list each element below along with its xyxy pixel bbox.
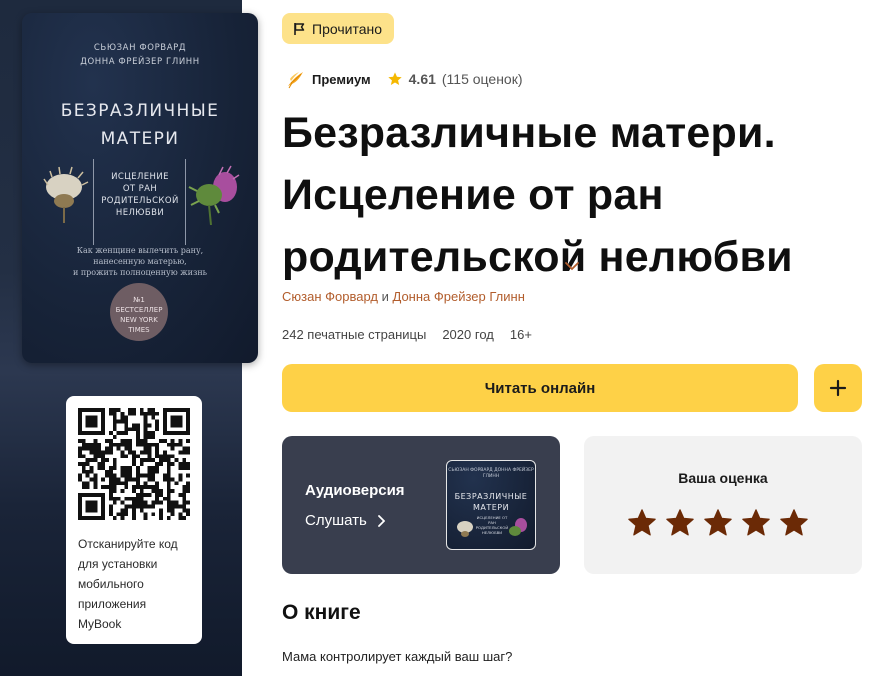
cover-tagline-line-1: Как женщине вылечить рану, (76, 246, 204, 255)
qr-code (78, 408, 190, 520)
about-heading: О книге (282, 601, 361, 624)
rating-star-4-icon[interactable] (741, 508, 771, 538)
read-status-label: Прочитано (312, 20, 382, 37)
your-rating-card: Ваша оценка (584, 436, 862, 574)
audiobook-cover-title-line-1: БЕЗРАЗЛИЧНЫЕ (454, 492, 528, 501)
premium-label: Премиум (312, 71, 371, 87)
cover-tagline: Как женщине вылечить рану, нанесенную ма… (22, 245, 258, 278)
qr-caption: Отсканируйте код для установки мобильног… (78, 534, 190, 634)
cover-tagline-line-2: нанесенную матерью, (93, 257, 187, 266)
add-to-shelf-button[interactable] (814, 364, 862, 412)
author-link-2[interactable]: Донна Фрейзер Глинн (393, 289, 525, 304)
flag-icon (294, 22, 305, 35)
cover-author-1: СЬЮЗАН ФОРВАРД (93, 43, 187, 53)
rating-star-5-icon[interactable] (779, 508, 809, 538)
page-count: 242 печатные страницы (282, 327, 427, 342)
author-link-1[interactable]: Сюзан Форвард (282, 289, 378, 304)
qr-caption-line-3: мобильного (78, 577, 144, 591)
book-title-line-3: родительской нелюбви (282, 233, 793, 281)
age-rating: 16+ (509, 327, 532, 342)
audiobook-cover-title-line-2: МАТЕРИ (472, 503, 510, 512)
audiobook-cover: СЬЮЗАН ФОРВАРД ДОННА ФРЕЙЗЕР ГЛИНН БЕЗРА… (446, 460, 536, 550)
book-cover[interactable]: СЬЮЗАН ФОРВАРД ДОННА ФРЕЙЗЕР ГЛИНН БЕЗРА… (22, 13, 258, 363)
plus-icon (829, 379, 847, 397)
cover-subtitle-line-2: ОТ РАН (122, 184, 158, 194)
about-text: Мама контролирует каждый ваш шаг? (282, 649, 513, 664)
badge-line-1: №1 (133, 296, 145, 304)
qr-caption-line-5: MyBook (78, 617, 122, 631)
listen-link[interactable]: Слушать (305, 512, 385, 529)
rating-count: (115 оценок) (441, 71, 523, 87)
audiobook-cover-title: БЕЗРАЗЛИЧНЫЕ МАТЕРИ (447, 491, 535, 513)
cover-tagline-line-3: и прожить полноценную жизнь (72, 268, 208, 277)
audio-version-card[interactable]: Аудиоверсия Слушать СЬЮЗАН ФОРВАРД ДОННА… (282, 436, 560, 574)
book-title-line-2: Исцеление от ран (282, 171, 664, 219)
cover-subtitle: ИСЦЕЛЕНИЕ ОТ РАН РОДИТЕЛЬСКОЙ НЕЛЮБВИ (94, 171, 186, 219)
read-status-button[interactable]: Прочитано (282, 13, 394, 44)
premium-feather-icon (288, 72, 303, 89)
cover-title-line-2: МАТЕРИ (100, 129, 180, 149)
read-online-button[interactable]: Читать онлайн (282, 364, 798, 412)
meta-row: Премиум 4.61 (115 оценок) (286, 69, 523, 89)
bestseller-badge: №1 БЕСТСЕЛЛЕР NEW YORK TIMES (110, 283, 168, 341)
authors-line: Сюзан Форвард и Донна Фрейзер Глинн (282, 289, 525, 304)
rating-star-2-icon[interactable] (665, 508, 695, 538)
cover-subtitle-line-4: НЕЛЮБВИ (115, 208, 165, 218)
star-icon (387, 72, 402, 85)
your-rating-title: Ваша оценка (678, 470, 768, 486)
qr-card: Отсканируйте код для установки мобильног… (66, 396, 202, 644)
badge-line-3: NEW YORK (120, 316, 158, 324)
premium-badge: Премиум (286, 69, 371, 89)
book-title: Безразличные матери. Исцеление от ран ро… (282, 102, 842, 288)
cover-authors: СЬЮЗАН ФОРВАРД ДОННА ФРЕЙЗЕР ГЛИНН (22, 41, 258, 69)
cover-title: БЕЗРАЗЛИЧНЫЕ МАТЕРИ (22, 97, 258, 153)
badge-line-2: БЕСТСЕЛЛЕР (115, 306, 163, 314)
rating-star-3-icon[interactable] (703, 508, 733, 538)
qr-caption-line-4: приложения (78, 597, 147, 611)
rating-summary: 4.61 (115 оценок) (387, 71, 523, 87)
cover-title-line-1: БЕЗРАЗЛИЧНЫЕ (60, 101, 220, 121)
cover-author-2: ДОННА ФРЕЙЗЕР ГЛИНН (80, 57, 200, 67)
rating-value: 4.61 (408, 71, 436, 87)
cover-subtitle-line-1: ИСЦЕЛЕНИЕ (111, 172, 169, 182)
rating-stars (627, 508, 809, 538)
audio-version-title: Аудиоверсия (305, 482, 405, 499)
qr-caption-line-2: для установки (78, 557, 158, 571)
purple-thistle-illustration (188, 165, 240, 225)
chevron-right-icon (377, 514, 385, 527)
audiobook-thistle-illustration (457, 518, 527, 537)
cover-subtitle-line-3: РОДИТЕЛЬСКОЙ (101, 196, 179, 206)
badge-line-4: TIMES (128, 326, 150, 334)
audiobook-cover-authors: СЬЮЗАН ФОРВАРД ДОННА ФРЕЙЗЕР ГЛИНН (448, 468, 534, 479)
book-title-line-1: Безразличные матери. (282, 109, 776, 157)
author-separator: и (381, 289, 389, 304)
listen-label: Слушать (305, 512, 367, 529)
qr-caption-line-1: Отсканируйте код (78, 537, 178, 551)
rating-star-1-icon[interactable] (627, 508, 657, 538)
white-thistle-illustration (43, 166, 89, 223)
book-info-row: 242 печатные страницы 2020 год 16+ (282, 327, 532, 342)
publication-year: 2020 год (442, 327, 494, 342)
chevron-down-icon[interactable] (563, 260, 581, 272)
